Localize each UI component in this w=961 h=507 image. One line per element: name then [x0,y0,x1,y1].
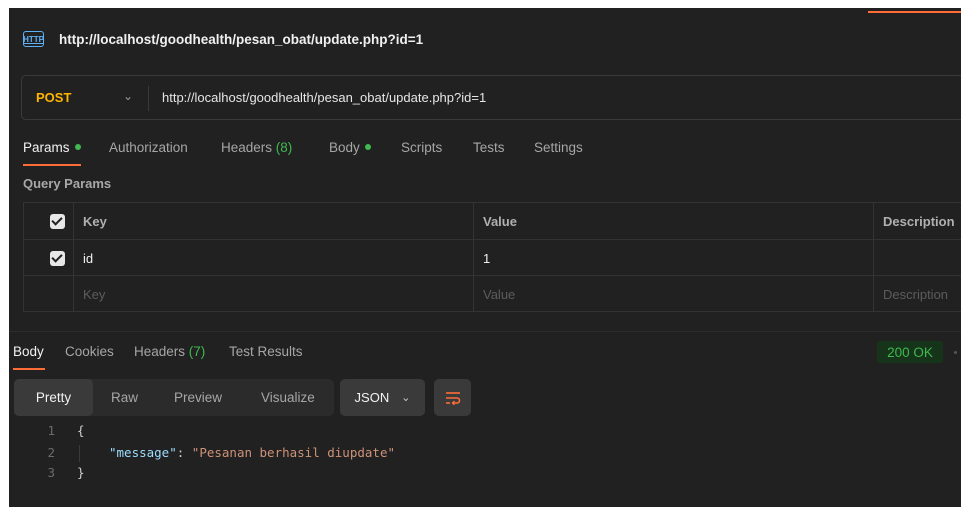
headers-count: (8) [275,140,293,155]
description-placeholder[interactable]: Description [883,276,948,312]
response-headers-label: Headers [134,344,186,359]
line-number: 1 [47,423,55,438]
mode-preview[interactable]: Preview [174,379,222,416]
url-divider [148,86,149,111]
format-dropdown[interactable]: JSON ⌄ [340,379,425,416]
url-bar: POST ⌄ http://localhost/goodhealth/pesan… [21,75,961,120]
param-value-cell[interactable]: 1 [483,240,490,276]
status-separator-dot [954,351,957,354]
response-tab-body[interactable]: Body [13,344,44,359]
tab-params-underline [23,164,81,166]
tab-headers[interactable]: Headers (8) [221,140,292,155]
query-params-label: Query Params [23,176,112,191]
params-indicator-dot [74,144,81,151]
http-icon: HTTP [23,31,44,47]
request-title-bar: HTTP http://localhost/goodhealth/pesan_o… [23,26,423,52]
wrap-lines-button[interactable] [434,379,471,416]
indent-guide [79,445,80,462]
table-row: id 1 [23,239,961,276]
response-tab-headers[interactable]: Headers (7) [134,344,205,359]
column-key-header: Key [83,213,107,229]
param-key-cell[interactable]: id [83,240,93,276]
json-string-value: "Pesanan berhasil diupdate" [191,445,395,460]
line-number: 2 [47,445,55,460]
table-row-empty: Key Value Description [23,275,961,312]
chevron-down-icon[interactable]: ⌄ [123,89,133,103]
mode-visualize[interactable]: Visualize [261,379,315,416]
chevron-down-icon: ⌄ [401,392,411,404]
response-tab-cookies[interactable]: Cookies [65,344,114,359]
line-number: 3 [47,465,55,480]
value-placeholder[interactable]: Value [483,276,515,312]
json-line: "message": "Pesanan berhasil diupdate" [109,445,395,460]
json-close-brace: } [77,465,85,480]
tab-body[interactable]: Body [329,140,371,155]
tab-scripts[interactable]: Scripts [401,140,442,155]
body-indicator-dot [364,144,371,151]
url-input[interactable]: http://localhost/goodhealth/pesan_obat/u… [162,90,486,105]
postman-window: HTTP http://localhost/goodhealth/pesan_o… [9,8,961,507]
format-label: JSON [354,390,390,405]
tab-authorization[interactable]: Authorization [109,140,188,155]
column-description-header: Description [883,213,955,229]
view-mode-switcher: Pretty Raw Preview Visualize [14,379,334,416]
key-placeholder[interactable]: Key [83,276,105,312]
tab-body-label: Body [329,140,360,155]
json-key: "message" [109,445,177,460]
json-open-brace: { [77,423,85,438]
header-checkbox[interactable] [50,203,65,239]
tab-params[interactable]: Params [23,140,81,155]
mode-pretty[interactable]: Pretty [14,379,93,416]
tab-settings[interactable]: Settings [534,140,583,155]
response-headers-count: (7) [188,344,206,359]
mode-raw[interactable]: Raw [111,379,138,416]
method-selector[interactable]: POST [36,90,71,105]
json-colon: : [176,445,192,460]
tab-headers-label: Headers [221,140,273,155]
response-tab-test-results[interactable]: Test Results [229,344,303,359]
table-header-row: Key Value Description [23,202,961,239]
wrap-lines-icon [445,391,460,405]
row-checkbox[interactable] [50,240,65,276]
response-tab-underline [13,368,45,370]
checkbox-checked-icon[interactable] [50,250,65,266]
tab-params-label: Params [23,140,70,155]
checkbox-checked-icon[interactable] [50,213,65,229]
active-tab-indicator [868,11,961,13]
tab-tests[interactable]: Tests [473,140,505,155]
status-badge[interactable]: 200 OK [877,341,943,363]
request-title[interactable]: http://localhost/goodhealth/pesan_obat/u… [59,32,423,47]
column-value-header: Value [483,213,517,229]
table-bottom-border [23,311,961,313]
pane-divider[interactable] [9,331,961,332]
